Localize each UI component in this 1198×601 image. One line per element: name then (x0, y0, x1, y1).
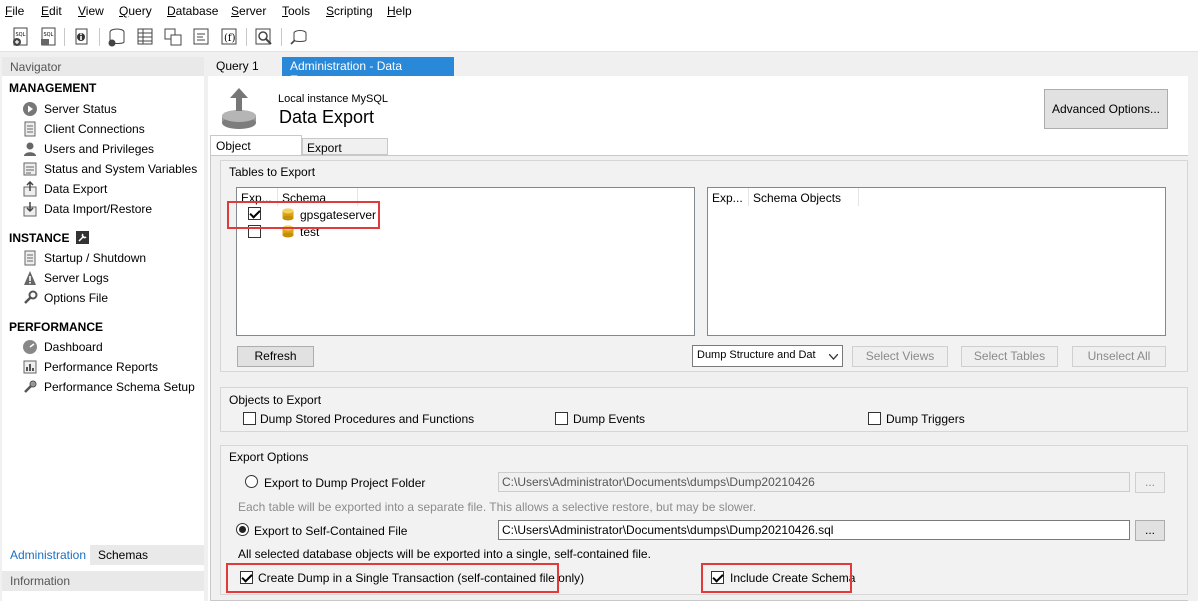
nav-server-status[interactable]: Server Status (22, 100, 117, 118)
chevron-down-icon (829, 354, 838, 360)
open-sql-script-icon[interactable]: SQL (38, 26, 60, 48)
dump-events-label[interactable]: Dump Events (573, 412, 645, 426)
dump-stored-procedures-label[interactable]: Dump Stored Procedures and Functions (260, 412, 474, 426)
wrench-icon (24, 290, 38, 304)
nav-performance-schema-setup[interactable]: Performance Schema Setup (22, 378, 195, 396)
menu-bar: File Edit View Query Database Server Too… (0, 0, 1198, 22)
menu-view[interactable]: View (78, 4, 104, 18)
vertical-scrollbar[interactable] (1188, 76, 1198, 601)
select-views-button[interactable]: Select Views (852, 346, 948, 367)
inspector-icon[interactable] (71, 26, 93, 48)
performance-heading: PERFORMANCE (9, 320, 104, 334)
menu-scripting[interactable]: Scripting (326, 4, 373, 18)
tab-administration[interactable]: Administration (2, 545, 95, 565)
information-header: Information (2, 571, 204, 591)
schema-objects-list[interactable]: Exp... Schema Objects (707, 187, 1166, 336)
menu-query[interactable]: Query (119, 4, 152, 18)
menu-edit[interactable]: Edit (41, 4, 62, 18)
export-options-title: Export Options (229, 450, 309, 464)
navigator-tabs: Administration Schemas (2, 545, 204, 565)
instance-heading: INSTANCE (9, 231, 89, 245)
tab-export-progress[interactable]: Export Progress (302, 138, 388, 169)
tab-administration-data-export[interactable]: Administration - Data Export✕ (282, 57, 454, 87)
startup-icon (24, 250, 36, 266)
advanced-options-button[interactable]: Advanced Options... (1044, 89, 1168, 129)
management-heading: MANAGEMENT (9, 81, 97, 95)
browse-project-folder-button[interactable]: ... (1135, 472, 1165, 493)
nav-data-import[interactable]: Data Import/Restore (22, 200, 152, 218)
svg-text:SQL: SQL (16, 32, 26, 38)
export-self-contained-label[interactable]: Export to Self-Contained File (254, 524, 407, 538)
refresh-button[interactable]: Refresh (237, 346, 314, 367)
reports-icon (23, 360, 37, 374)
dump-triggers-checkbox[interactable] (868, 412, 881, 425)
tab-schemas[interactable]: Schemas (90, 545, 204, 565)
single-transaction-highlight (226, 563, 559, 593)
wrench-badge-icon (75, 231, 89, 244)
nav-dashboard[interactable]: Dashboard (22, 338, 103, 356)
navigator-header: Navigator (2, 57, 204, 76)
create-procedure-icon[interactable] (190, 26, 212, 48)
play-icon (23, 102, 37, 116)
tables-to-export-title: Tables to Export (229, 165, 316, 179)
include-create-schema-highlight (701, 563, 852, 593)
create-schema-icon[interactable] (106, 26, 128, 48)
self-contained-path-field[interactable]: C:\Users\Administrator\Documents\dumps\D… (498, 520, 1130, 540)
nav-users-privileges[interactable]: Users and Privileges (22, 140, 154, 158)
svg-text:(f): (f) (224, 33, 236, 44)
toolbar: SQL SQL (f) (0, 22, 1198, 52)
variables-icon (23, 162, 37, 176)
unselect-all-button[interactable]: Unselect All (1072, 346, 1166, 367)
tab-object-selection[interactable]: Object Selection (210, 135, 302, 167)
instance-label: Local instance MySQL (278, 93, 389, 105)
new-sql-tab-icon[interactable]: SQL (10, 26, 32, 48)
data-export-panel: Local instance MySQL Data Export Advance… (208, 76, 1198, 601)
export-icon (23, 181, 37, 197)
nav-server-logs[interactable]: Server Logs (22, 269, 109, 287)
schema-objects-column-header[interactable]: Schema Objects (749, 188, 845, 206)
menu-tools[interactable]: Tools (282, 4, 310, 18)
import-icon (23, 202, 37, 217)
dump-events-checkbox[interactable] (555, 412, 568, 425)
create-view-icon[interactable] (162, 26, 184, 48)
dump-mode-select[interactable]: Dump Structure and Dat (692, 345, 843, 367)
export-project-folder-radio[interactable] (245, 475, 258, 488)
menu-file[interactable]: File (5, 4, 24, 18)
reconnect-icon[interactable] (288, 26, 310, 48)
page-title: Data Export (279, 107, 375, 127)
nav-startup-shutdown[interactable]: Startup / Shutdown (22, 249, 146, 267)
menu-database[interactable]: Database (167, 4, 218, 18)
navigator-panel: Navigator MANAGEMENT Server Status Clien… (2, 57, 204, 601)
self-contained-hint: All selected database objects will be ex… (238, 547, 651, 561)
select-tables-button[interactable]: Select Tables (961, 346, 1058, 367)
tab-query-1[interactable]: Query 1 (208, 57, 278, 76)
gpsgateserver-highlight (227, 201, 380, 229)
dump-triggers-label[interactable]: Dump Triggers (886, 412, 965, 426)
nav-options-file[interactable]: Options File (22, 289, 108, 307)
project-folder-path-field[interactable]: C:\Users\Administrator\Documents\dumps\D… (498, 472, 1130, 492)
nav-data-export[interactable]: Data Export (22, 180, 107, 198)
menu-server[interactable]: Server (231, 4, 266, 18)
data-export-logo-icon (222, 88, 256, 129)
dashboard-icon (23, 340, 37, 354)
dump-stored-procedures-checkbox[interactable] (243, 412, 256, 425)
user-icon (24, 142, 36, 156)
nav-client-connections[interactable]: Client Connections (22, 120, 145, 138)
nav-status-variables[interactable]: Status and System Variables (22, 160, 197, 178)
search-table-data-icon[interactable] (253, 26, 275, 48)
menu-help[interactable]: Help (387, 4, 412, 18)
nav-performance-reports[interactable]: Performance Reports (22, 358, 158, 376)
browse-self-contained-button[interactable]: ... (1135, 520, 1165, 541)
svg-text:SQL: SQL (44, 32, 54, 38)
export-self-contained-radio[interactable] (236, 523, 249, 536)
export-project-folder-label[interactable]: Export to Dump Project Folder (264, 476, 425, 490)
project-folder-hint: Each table will be exported into a separ… (238, 500, 757, 514)
log-icon (24, 271, 36, 285)
objects-export-column-header[interactable]: Exp... (708, 188, 748, 206)
connections-icon (24, 121, 36, 137)
settings-icon (24, 380, 37, 393)
objects-to-export-title: Objects to Export (229, 393, 322, 407)
create-table-icon[interactable] (134, 26, 156, 48)
create-function-icon[interactable]: (f) (218, 26, 240, 48)
